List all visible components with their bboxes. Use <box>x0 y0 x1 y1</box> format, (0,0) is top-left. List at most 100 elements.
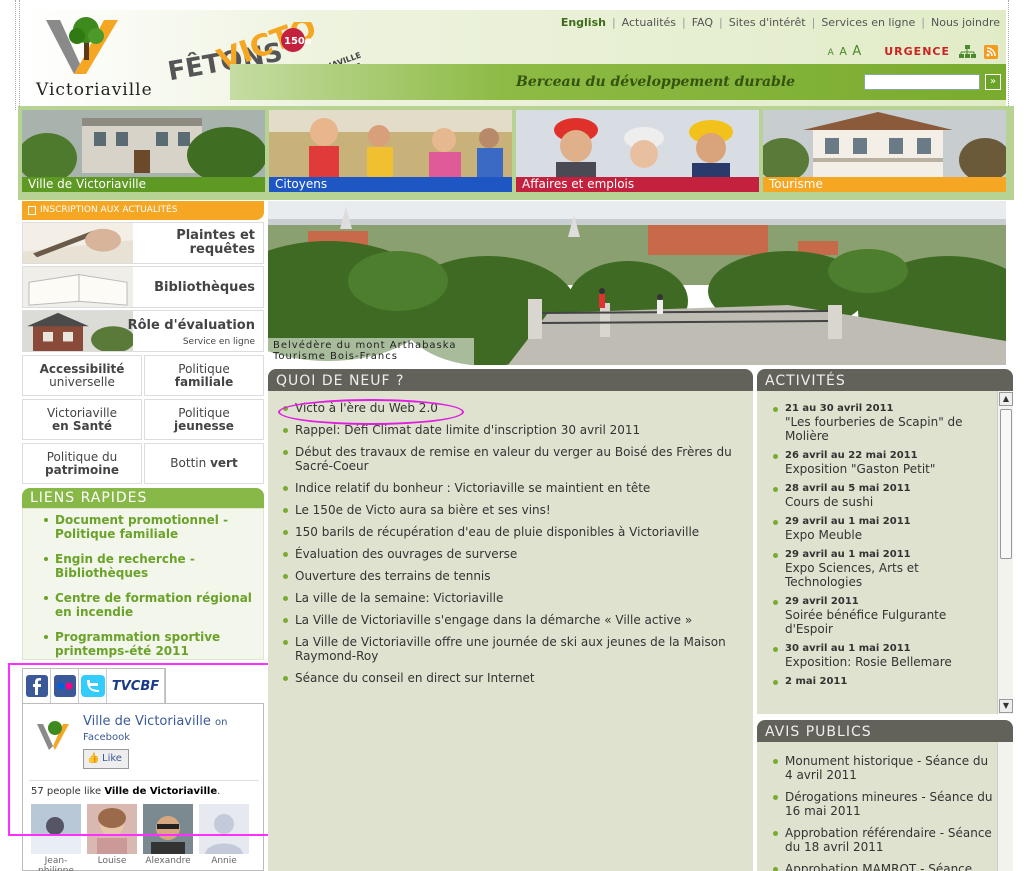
service-role-evaluation[interactable]: Rôle d'évaluation Service en ligne <box>22 310 264 352</box>
top-navigation: English | Actualités | FAQ | Sites d'intérê… <box>560 16 1000 29</box>
category-label[interactable]: Tourisme <box>763 177 1006 192</box>
nav-link-services-en-ligne[interactable]: Services en ligne <box>821 16 915 29</box>
house-image <box>23 311 133 351</box>
victoriaville-logo-icon[interactable] <box>44 14 120 76</box>
page: Victoriaville FÊTONS VICTO 150e VICTORIA… <box>0 0 1028 871</box>
hero-caption: Belvédère du mont Arthabaska Tourisme Boi… <box>268 338 474 365</box>
activity-item[interactable]: 29 avril au 1 mai 2011 Expo Sciences, Art… <box>773 549 993 589</box>
divider <box>19 0 20 110</box>
tile-victoriaville-sante[interactable]: Victoriaville en Santé <box>22 399 142 440</box>
news-item[interactable]: La Ville de Victoriaville offre une jour… <box>283 635 753 663</box>
category-label[interactable]: Citoyens <box>269 177 512 192</box>
heritage-house-photo <box>763 110 1006 177</box>
header-tools: A A A URGENCE <box>828 44 998 59</box>
fan-name[interactable]: Alexandre <box>139 856 197 866</box>
service-bibliotheques[interactable]: Bibliothèques <box>22 266 264 308</box>
urgence-link[interactable]: URGENCE <box>884 45 950 58</box>
news-item[interactable]: Rappel: Défi Climat date limite d'inscri… <box>283 423 753 437</box>
annotation-highlight-ellipse <box>278 399 464 425</box>
news-item[interactable]: Ouverture des terrains de tennis <box>283 569 753 583</box>
quick-link[interactable]: Centre de formation régional en incendie <box>44 591 257 619</box>
city-hall-photo <box>22 110 265 177</box>
avis-publics-header: AVIS PUBLICS <box>757 720 1013 742</box>
annotation-highlight-box <box>8 663 274 836</box>
service-plaintes[interactable]: Plaintes et requêtes <box>22 222 264 264</box>
service-title: Bibliothèques <box>154 280 255 295</box>
fan-name[interactable]: Louise <box>83 856 141 866</box>
category-tourisme[interactable]: Tourisme <box>763 110 1006 192</box>
category-label[interactable]: Affaires et emplois <box>516 177 759 192</box>
avis-item[interactable]: Approbation MAMROT - Séance <box>773 862 997 871</box>
activity-item[interactable]: 29 avril au 1 mai 2011 Expo Meuble <box>773 516 993 542</box>
quick-link[interactable]: Engin de recherche - Bibliothèques <box>44 552 257 580</box>
scroll-up-arrow-icon[interactable]: ▲ <box>999 392 1013 406</box>
avis-item[interactable]: Dérogations mineures - Séance du 16 mai … <box>773 790 997 818</box>
tile-politique-familiale[interactable]: Politique familiale <box>144 355 264 396</box>
pen-writing-image <box>23 223 133 263</box>
activity-item[interactable]: 26 avril au 22 mai 2011 Exposition "Gasto… <box>773 450 993 476</box>
category-label[interactable]: Ville de Victoriaville <box>22 177 265 192</box>
fan-name[interactable]: Jean-philippe <box>27 856 85 871</box>
text-size-large[interactable]: A <box>852 44 862 59</box>
news-item[interactable]: 150 barils de récupération d'eau de plui… <box>283 525 753 539</box>
tagline: Berceau du développement durable <box>516 74 796 90</box>
news-item[interactable]: La Ville de Victoriaville s'engage dans … <box>283 613 753 627</box>
news-item[interactable]: Le 150e de Victo aura sa bière et ses vi… <box>283 503 753 517</box>
text-size-small[interactable]: A <box>828 48 835 58</box>
divider <box>15 0 16 110</box>
tile-bottin-vert[interactable]: Bottin vert <box>144 443 264 484</box>
liens-rapides-list: Document promotionnel - Politique famili… <box>22 508 264 660</box>
tile-politique-patrimoine[interactable]: Politique du patrimoine <box>22 443 142 484</box>
service-title: Rôle d'évaluation <box>127 318 255 333</box>
nav-link-actualites[interactable]: Actualités <box>622 16 676 29</box>
search-input[interactable] <box>864 74 980 90</box>
search-button[interactable]: » <box>985 74 1001 90</box>
nav-link-english[interactable]: English <box>561 16 606 29</box>
avis-publics-list: Monument historique - Séance du 4 avril … <box>757 742 1013 871</box>
tile-politique-jeunesse[interactable]: Politique jeunesse <box>144 399 264 440</box>
category-affaires[interactable]: Affaires et emplois <box>516 110 759 192</box>
service-title: Plaintes et requêtes <box>176 228 255 257</box>
liens-rapides-header: LIENS RAPIDES <box>22 488 264 508</box>
activity-item[interactable]: 21 au 30 avril 2011 "Les fourberies de Sc… <box>773 403 993 443</box>
quick-link[interactable]: Document promotionnel - Politique famili… <box>44 513 257 541</box>
nav-link-nous-joindre[interactable]: Nous joindre <box>931 16 1000 29</box>
fan-name[interactable]: Annie <box>195 856 253 866</box>
tile-accessibilite[interactable]: Accessibilité universelle <box>22 355 142 396</box>
text-size-medium[interactable]: A <box>839 45 848 58</box>
activities-header: ACTIVITÉS <box>757 369 1013 391</box>
inscription-label: INSCRIPTION AUX ACTUALITÉS <box>40 205 178 215</box>
sitemap-icon[interactable] <box>958 44 976 59</box>
inscription-actualites-button[interactable]: INSCRIPTION AUX ACTUALITÉS <box>22 201 264 220</box>
open-book-image <box>23 267 133 307</box>
category-ville[interactable]: Ville de Victoriaville <box>22 110 265 192</box>
rss-icon[interactable] <box>984 44 998 59</box>
news-item[interactable]: Début des travaux de remise en valeur du… <box>283 445 753 473</box>
news-item[interactable]: Séance du conseil en direct sur Internet <box>283 671 753 685</box>
activities-list: 21 au 30 avril 2011 "Les fourberies de Sc… <box>757 391 1013 714</box>
category-citoyens[interactable]: Citoyens <box>269 110 512 192</box>
activity-item[interactable]: 28 avril au 5 mai 2011 Cours de sushi <box>773 483 993 509</box>
activity-item[interactable]: 30 avril au 1 mai 2011 Exposition: Rosie … <box>773 643 993 669</box>
workers-hardhats-photo <box>516 110 759 177</box>
nav-link-sites-interet[interactable]: Sites d'intérêt <box>729 16 806 29</box>
activity-item[interactable]: 2 mai 2011 <box>773 676 993 688</box>
scroll-thumb[interactable] <box>1000 409 1012 559</box>
nav-link-faq[interactable]: FAQ <box>692 16 713 29</box>
news-item[interactable]: Évaluation des ouvrages de surverse <box>283 547 753 561</box>
news-item[interactable]: Indice relatif du bonheur : Victoriavill… <box>283 481 753 495</box>
news-header: QUOI DE NEUF ? <box>268 369 753 391</box>
news-list: Victo à l'ère du Web 2.0 Rappel: Défi Cl… <box>268 391 753 871</box>
text-size-controls[interactable]: A A A <box>828 44 863 59</box>
activity-item[interactable]: 29 avril 2011 Soirée bénéfice Fulgurante … <box>773 596 993 636</box>
scroll-down-arrow-icon[interactable]: ▼ <box>999 699 1013 713</box>
news-item[interactable]: La ville de la semaine: Victoriaville <box>283 591 753 605</box>
avis-item[interactable]: Monument historique - Séance du 4 avril … <box>773 754 997 782</box>
quick-link[interactable]: Programmation sportive printemps-été 201… <box>44 630 257 658</box>
divider <box>1008 0 1009 110</box>
document-icon <box>28 206 36 215</box>
avis-scrollbar[interactable] <box>997 742 1013 871</box>
avis-item[interactable]: Approbation référendaire - Séance du 18 … <box>773 826 997 854</box>
logo-text[interactable]: Victoriaville <box>36 80 153 100</box>
activities-scrollbar[interactable]: ▲ ▼ <box>997 391 1013 714</box>
